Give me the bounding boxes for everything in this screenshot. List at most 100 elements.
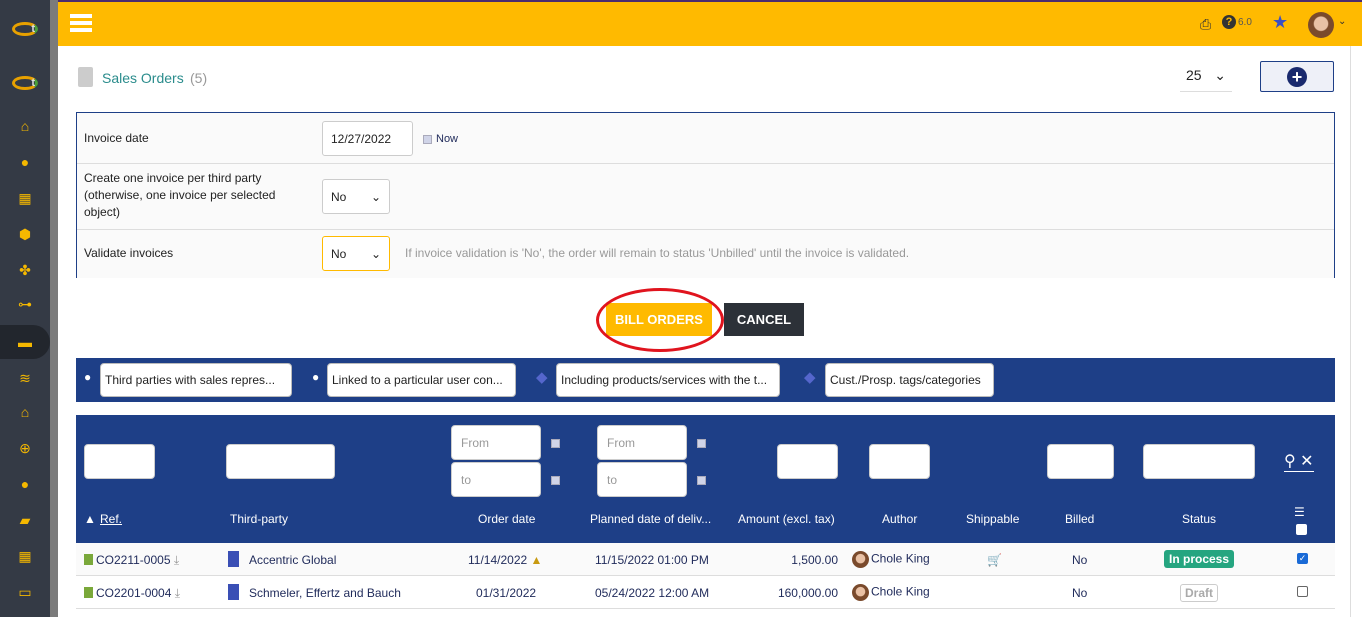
delivery-date: 05/24/2022 12:00 AM — [595, 586, 710, 600]
ref-search-input[interactable] — [84, 444, 155, 479]
form-row-invoice-date: Invoice date 12/27/2022 Now — [77, 113, 1334, 164]
order-date-to-input[interactable]: to — [451, 462, 541, 497]
page-count: (5) — [190, 70, 208, 86]
home-icon[interactable]: ⌂ — [0, 118, 50, 134]
page-scrollbar[interactable] — [1350, 46, 1362, 617]
column-shippable[interactable]: Shippable — [966, 512, 1019, 526]
author-search-input[interactable] — [869, 444, 930, 479]
document-icon — [78, 67, 93, 87]
sort-asc-icon: ▲ — [84, 512, 96, 526]
thirdparty-search-input[interactable] — [226, 444, 335, 479]
calendar-icon[interactable] — [551, 476, 560, 485]
order-ref-link[interactable]: CO2201-0004 — [96, 586, 171, 600]
validate-label: Validate invoices — [84, 246, 174, 260]
column-thirdparty[interactable]: Third-party — [230, 512, 288, 526]
author-avatar — [852, 584, 869, 601]
user-avatar[interactable] — [1308, 12, 1334, 38]
table-header: From to From to ⚲ ✕ ▲ Ref. Third-party O… — [76, 415, 1335, 543]
cubes-icon[interactable]: ✤ — [0, 262, 50, 279]
billed-select[interactable] — [1047, 444, 1114, 479]
user-tie-icon[interactable]: ● — [0, 476, 50, 492]
calendar-icon[interactable] — [551, 439, 560, 448]
folder-open-icon[interactable]: ▰ — [0, 512, 50, 529]
column-billed[interactable]: Billed — [1065, 512, 1094, 526]
product-tag-filter[interactable]: Including products/services with the t..… — [556, 363, 780, 397]
column-status[interactable]: Status — [1182, 512, 1216, 526]
chevron-down-icon[interactable]: ⌄ — [1338, 16, 1346, 27]
menu-icon[interactable] — [70, 14, 92, 32]
page-size-select[interactable]: 25 ⌄ — [1180, 62, 1232, 92]
table-row[interactable]: CO2211-0005 ⤓ Accentric Global 11/14/202… — [76, 543, 1335, 576]
column-author[interactable]: Author — [882, 512, 917, 526]
download-icon[interactable]: ⤓ — [175, 586, 180, 600]
calendar-icon[interactable] — [423, 135, 432, 144]
one-invoice-select[interactable]: No ⌄ — [322, 179, 390, 214]
column-amount[interactable]: Amount (excl. tax) — [738, 512, 835, 526]
row-checkbox[interactable]: ✓ — [1297, 553, 1308, 564]
linked-user-filter[interactable]: Linked to a particular user con... — [327, 363, 516, 397]
thirdparty-link[interactable]: Schmeler, Effertz and Bauch — [249, 586, 401, 600]
print-icon[interactable]: ⎙ — [1200, 16, 1211, 33]
search-icon[interactable]: ⚲ ✕ — [1284, 451, 1314, 472]
user-icon: ● — [84, 370, 92, 384]
plus-circle-icon: + — [1287, 67, 1307, 87]
amount-search-input[interactable] — [777, 444, 838, 479]
delivery-date-from-input[interactable]: From — [597, 425, 687, 460]
invoice-date-label: Invoice date — [84, 131, 149, 145]
calendar-icon[interactable]: ▦ — [0, 548, 50, 565]
column-ref[interactable]: Ref. — [100, 512, 122, 526]
chevron-down-icon: ⌄ — [370, 189, 381, 204]
status-select[interactable] — [1143, 444, 1255, 479]
row-checkbox[interactable] — [1297, 586, 1308, 597]
building-icon[interactable]: ▦ — [0, 190, 50, 207]
app-logo[interactable]: t — [12, 22, 38, 36]
list-icon[interactable]: ☰ — [1294, 505, 1305, 519]
sales-rep-filter[interactable]: Third parties with sales repres... — [100, 363, 292, 397]
customer-tag-filter[interactable]: Cust./Prosp. tags/categories — [825, 363, 994, 397]
help-icon[interactable]: ? — [1222, 15, 1236, 29]
briefcase-icon[interactable]: ▬ — [0, 325, 50, 359]
invoice-date-input[interactable]: 12/27/2022 — [322, 121, 413, 156]
filter-bar: ● Third parties with sales repres... ● L… — [76, 358, 1335, 402]
sitemap-icon[interactable]: ⊶ — [0, 296, 50, 313]
search-dollar-icon[interactable]: ⊕ — [0, 440, 50, 457]
author-link[interactable]: Chole King — [871, 552, 930, 566]
user-icon[interactable]: ● — [0, 154, 50, 170]
order-date-from-input[interactable]: From — [451, 425, 541, 460]
validate-select[interactable]: No ⌄ — [322, 236, 390, 271]
new-order-button[interactable]: + — [1260, 61, 1334, 92]
coins-icon[interactable]: ≋ — [0, 370, 50, 387]
chevron-down-icon: ⌄ — [1214, 67, 1226, 83]
download-icon[interactable]: ⤓ — [174, 553, 179, 567]
billed-value: No — [1072, 586, 1088, 600]
now-link[interactable]: Now — [436, 133, 458, 145]
calendar-icon[interactable] — [697, 439, 706, 448]
page-title: Sales Orders — [102, 70, 184, 86]
order-ref-link[interactable]: CO2211-0005 — [96, 553, 171, 567]
cancel-button[interactable]: CANCEL — [724, 303, 804, 336]
bank-icon[interactable]: ⌂ — [0, 404, 50, 420]
user-icon: ● — [312, 370, 320, 384]
building-icon — [228, 551, 239, 567]
column-delivery-date[interactable]: Planned date of deliv... — [590, 512, 711, 526]
delivery-date-to-input[interactable]: to — [597, 462, 687, 497]
chevron-down-icon: ⌄ — [370, 246, 381, 261]
box-icon[interactable]: ⬢ — [0, 226, 50, 243]
star-icon[interactable]: ★ — [1272, 12, 1288, 33]
validate-value: No — [331, 246, 347, 261]
app-logo-small: t — [12, 76, 38, 90]
invoice-date-value: 12/27/2022 — [331, 131, 392, 146]
select-all-checkbox[interactable] — [1296, 524, 1307, 535]
sidebar: t t ⌂ ● ▦ ⬢ ✤ ⊶ ▬ ≋ ⌂ ⊕ ● ▰ ▦ ▭ — [0, 0, 50, 617]
highlight-circle — [596, 288, 724, 352]
column-order-date[interactable]: Order date — [478, 512, 535, 526]
thirdparty-link[interactable]: Accentric Global — [249, 553, 336, 567]
status-badge: Draft — [1180, 584, 1219, 602]
building-icon — [228, 584, 239, 600]
author-link[interactable]: Chole King — [871, 585, 930, 599]
ticket-icon[interactable]: ▭ — [0, 584, 50, 601]
amount: 160,000.00 — [777, 586, 838, 600]
sidebar-scrollbar[interactable] — [50, 0, 58, 617]
calendar-icon[interactable] — [697, 476, 706, 485]
table-row[interactable]: CO2201-0004 ⤓ Schmeler, Effertz and Bauc… — [76, 576, 1335, 609]
